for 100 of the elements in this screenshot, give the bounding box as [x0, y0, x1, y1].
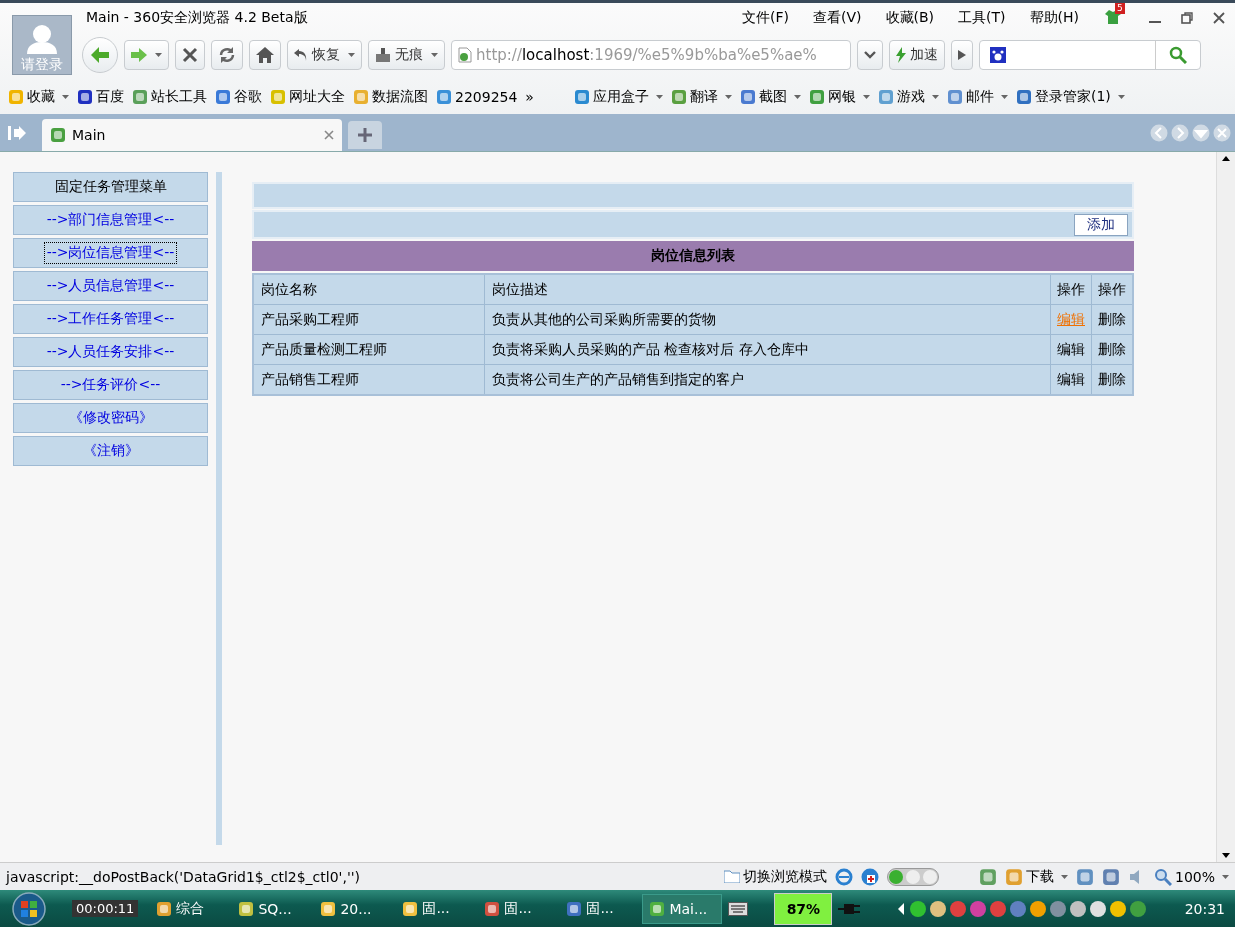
sidebar-link[interactable]: 《修改密码》: [13, 403, 208, 433]
stop-button[interactable]: [175, 40, 205, 70]
bookmark-item[interactable]: 收藏: [8, 88, 69, 106]
plus-icon: [357, 127, 373, 143]
sidebar-link[interactable]: -->任务评价<--: [13, 370, 208, 400]
new-tab-button[interactable]: [348, 121, 382, 149]
scroll-down-icon[interactable]: [1222, 853, 1230, 858]
table-cell: 负责从其他的公司采购所需要的货物: [484, 304, 1051, 335]
page-icon: [458, 47, 472, 63]
app-icon: [484, 900, 501, 917]
sidebar-link[interactable]: -->部门信息管理<--: [13, 205, 208, 235]
restore-button[interactable]: 恢复: [287, 40, 362, 70]
sidebar-link[interactable]: 《注销》: [13, 436, 208, 466]
ie-icon[interactable]: [834, 867, 853, 886]
app-icon: [808, 89, 825, 105]
menu-item[interactable]: 查看(V): [813, 9, 862, 27]
close-icon[interactable]: [1213, 12, 1225, 24]
address-field[interactable]: http://localhost:1969/%e5%9b%ba%e5%ae%: [451, 40, 851, 70]
app-icon: [156, 900, 173, 917]
back-button[interactable]: [82, 37, 118, 73]
sidebar-link[interactable]: -->岗位信息管理<--: [13, 238, 208, 268]
menu-item[interactable]: 工具(T): [958, 9, 1006, 27]
refresh-icon: [218, 46, 236, 64]
refresh-button[interactable]: [211, 40, 243, 70]
right-arrow-icon: [131, 48, 147, 62]
page-icon: [50, 127, 66, 143]
bookmark-item[interactable]: 谷歌: [215, 88, 262, 106]
sidebar-link[interactable]: -->人员信息管理<--: [13, 271, 208, 301]
plug-icon: [838, 901, 861, 916]
bookmark-icon: [132, 89, 148, 105]
sidebar-link[interactable]: -->人员任务安排<--: [13, 337, 208, 367]
app-item[interactable]: 翻译: [670, 88, 732, 106]
taskbar-button[interactable]: 20...: [314, 893, 391, 924]
bookmark-item[interactable]: 2209254: [436, 89, 518, 105]
browser-tab[interactable]: Main: [42, 119, 342, 151]
taskbar-button[interactable]: Mai...: [642, 893, 723, 924]
sidebar-link[interactable]: -->工作任务管理<--: [13, 304, 208, 334]
app-icon: [670, 89, 687, 105]
app-item[interactable]: 游戏: [877, 88, 939, 106]
app-icon: [649, 900, 666, 917]
browse-mode-button[interactable]: 切换浏览模式: [723, 867, 827, 886]
user-silhouette-icon: [25, 24, 59, 54]
taskbar-button[interactable]: SQ...: [232, 893, 309, 924]
column-header: 操作: [1050, 274, 1092, 305]
dropdown-button[interactable]: [857, 40, 883, 70]
app-icon: [946, 89, 963, 105]
caret-icon: [155, 53, 162, 57]
add-button[interactable]: 添加: [1074, 213, 1128, 236]
bookmark-icon: [215, 89, 231, 105]
bookmark-item[interactable]: 站长工具: [132, 88, 207, 106]
app-item[interactable]: 邮件: [946, 88, 1008, 106]
battery-indicator: 87%: [774, 892, 833, 925]
taskbar-button[interactable]: 固...: [396, 893, 473, 924]
bookmark-icon: [436, 89, 452, 105]
home-icon: [256, 47, 274, 63]
column-header: 岗位名称: [253, 274, 485, 305]
caret-icon: [348, 53, 355, 57]
close-icon: [182, 47, 198, 63]
menu-item[interactable]: 文件(F): [742, 9, 789, 27]
close-tab-icon[interactable]: [324, 130, 334, 140]
speedup-button[interactable]: 加速: [889, 40, 945, 70]
home-button[interactable]: [249, 40, 281, 70]
app-item[interactable]: 应用盒子: [573, 88, 663, 106]
keyboard-icon[interactable]: [728, 901, 749, 916]
list-title: 岗位信息列表: [252, 241, 1134, 271]
menu-item[interactable]: 帮助(H): [1029, 9, 1079, 27]
sidebar-toggle-icon[interactable]: [8, 125, 26, 140]
caret-icon: [1060, 874, 1068, 879]
scroll-up-icon[interactable]: [1222, 156, 1230, 161]
app-icon: [238, 900, 255, 917]
bookmark-icon: [77, 89, 93, 105]
play-button[interactable]: [951, 40, 973, 70]
taskbar-button[interactable]: 综合: [150, 893, 227, 924]
download-button[interactable]: 下载: [1004, 867, 1068, 886]
start-button[interactable]: [12, 891, 46, 926]
window-title: Main - 360安全浏览器 4.2 Beta版: [86, 9, 309, 27]
app-icon: [1015, 89, 1032, 105]
taskbar-button[interactable]: 固...: [560, 893, 637, 924]
restore-icon[interactable]: [1181, 12, 1193, 24]
taskbar-button[interactable]: 固...: [478, 893, 555, 924]
bookmark-item[interactable]: 数据流图: [353, 88, 428, 106]
caret-icon: [1222, 874, 1229, 879]
incognito-button[interactable]: 无痕: [368, 40, 445, 70]
search-icon[interactable]: [1169, 46, 1187, 64]
toggle-icon[interactable]: [886, 867, 939, 886]
app-icon: [573, 89, 590, 105]
first-aid-icon[interactable]: [860, 867, 879, 886]
more-bookmarks-button[interactable]: »: [525, 89, 534, 105]
table-cell: 产品质量检测工程师: [253, 334, 485, 365]
magnifier-icon: [1153, 867, 1172, 886]
app-item[interactable]: 登录管家(1): [1015, 88, 1125, 106]
app-item[interactable]: 网银: [808, 88, 870, 106]
zoom-button[interactable]: 100%: [1153, 867, 1229, 886]
bookmark-item[interactable]: 百度: [77, 88, 124, 106]
bookmark-item[interactable]: 网址大全: [270, 88, 345, 106]
menu-item[interactable]: 收藏(B): [885, 9, 935, 27]
search-field[interactable]: [979, 40, 1201, 70]
menu-title: 固定任务管理菜单: [13, 172, 208, 202]
bookmark-icon: [8, 89, 24, 105]
app-item[interactable]: 截图: [739, 88, 801, 106]
